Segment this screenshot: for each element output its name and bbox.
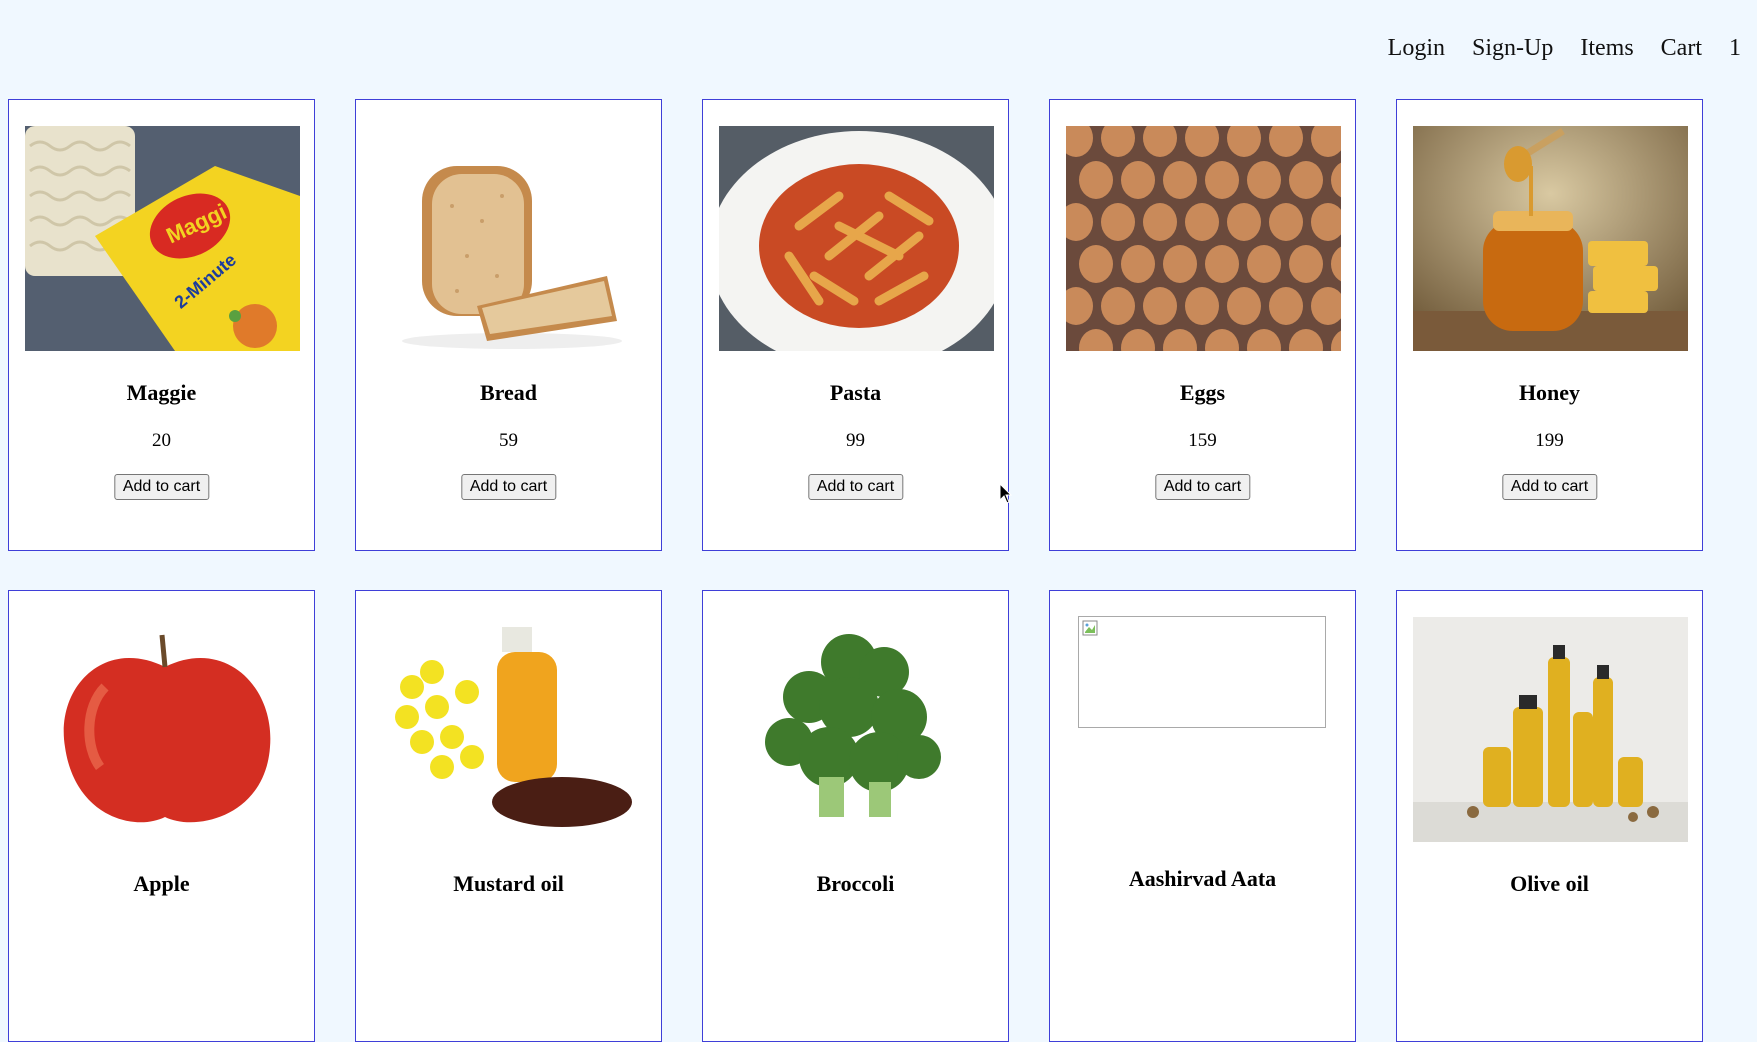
cart-count: 1 <box>1729 35 1741 61</box>
product-name: Maggie <box>126 380 197 405</box>
broken-image-glyph-icon <box>1082 620 1098 636</box>
product-grid: Maggi 2-Minute Maggie 20 Add to cart Bre… <box>8 99 1705 1042</box>
eggs-image <box>1066 126 1341 351</box>
product-name: Apple <box>133 871 190 896</box>
product-card: Olive oil <box>1396 590 1703 1042</box>
product-name: Olive oil <box>1510 871 1589 896</box>
add-to-cart-button[interactable]: Add to cart <box>1501 474 1598 500</box>
product-card: Eggs 159 Add to cart <box>1049 99 1356 551</box>
add-to-cart-button[interactable]: Add to cart <box>460 474 557 500</box>
nav-cart-link[interactable]: Cart <box>1661 30 1702 66</box>
product-price: 59 <box>499 430 518 451</box>
product-card: Mustard oil <box>355 590 662 1042</box>
product-name: Honey <box>1518 380 1581 405</box>
mouse-cursor-icon <box>999 483 1013 504</box>
add-to-cart-button[interactable]: Add to cart <box>113 474 210 500</box>
olive-oil-image <box>1413 617 1688 842</box>
pasta-image <box>719 126 994 351</box>
top-nav: Login Sign-Up Items Cart 1 <box>1361 30 1741 66</box>
product-price: 199 <box>1535 430 1564 451</box>
maggi-noodles-image: Maggi 2-Minute <box>25 126 300 351</box>
product-price: 99 <box>846 430 865 451</box>
product-card: Bread 59 Add to cart <box>355 99 662 551</box>
product-card: Apple <box>8 590 315 1042</box>
product-name: Broccoli <box>816 871 895 896</box>
broccoli-image <box>719 617 994 842</box>
honey-image <box>1413 126 1688 351</box>
product-card: Aashirvad Aata <box>1049 590 1356 1042</box>
product-card: Broccoli <box>702 590 1009 1042</box>
mustard-oil-image <box>372 617 647 842</box>
nav-signup-link[interactable]: Sign-Up <box>1472 30 1553 66</box>
add-to-cart-button[interactable]: Add to cart <box>1154 474 1251 500</box>
product-price: 20 <box>152 430 171 451</box>
product-name: Eggs <box>1179 380 1226 405</box>
bread-image <box>372 126 647 351</box>
nav-login-link[interactable]: Login <box>1388 30 1445 66</box>
product-name: Mustard oil <box>453 871 564 896</box>
product-card: Maggi 2-Minute Maggie 20 Add to cart <box>8 99 315 551</box>
apple-image <box>25 617 300 842</box>
product-name: Aashirvad Aata <box>1128 866 1277 891</box>
product-card: Pasta 99 Add to cart <box>702 99 1009 551</box>
product-name: Pasta <box>829 380 882 405</box>
add-to-cart-button[interactable]: Add to cart <box>807 474 904 500</box>
product-card: Honey 199 Add to cart <box>1396 99 1703 551</box>
broken-image-icon <box>1078 616 1326 728</box>
nav-items-link[interactable]: Items <box>1580 30 1633 66</box>
product-price: 159 <box>1188 430 1217 451</box>
product-name: Bread <box>479 380 538 405</box>
